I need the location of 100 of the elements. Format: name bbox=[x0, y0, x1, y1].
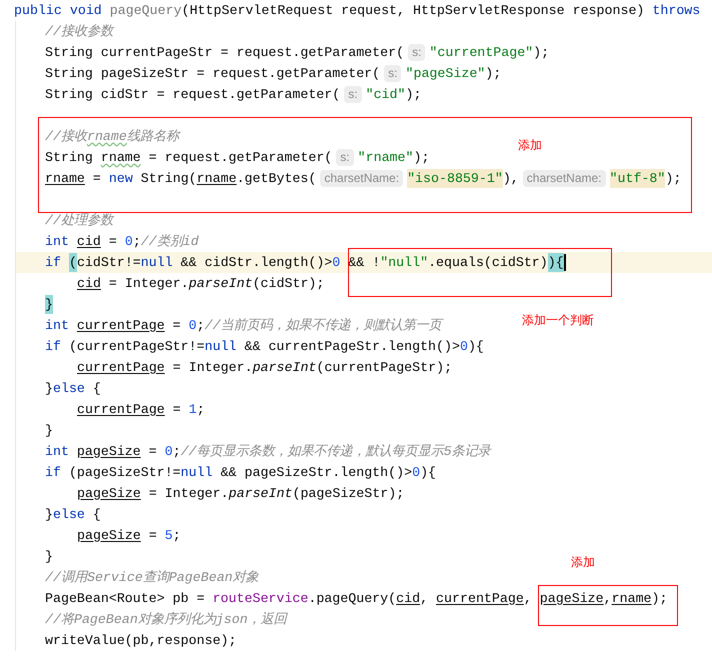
variable-name: currentPage bbox=[77, 358, 165, 377]
code-text: (HttpServletRequest request, HttpServletResponse response) bbox=[182, 2, 646, 20]
keyword: null bbox=[180, 464, 213, 482]
code-text: String bbox=[45, 148, 94, 167]
code-text: ), bbox=[502, 170, 519, 188]
code-text: , bbox=[420, 590, 430, 608]
keyword: public bbox=[14, 2, 63, 20]
code-text: writeValue(pb,response); bbox=[45, 632, 237, 650]
keyword: null bbox=[204, 338, 237, 356]
text-cursor bbox=[564, 254, 566, 271]
variable-name: rname bbox=[612, 590, 652, 608]
code-text: String cidStr = request.getParameter( bbox=[45, 86, 340, 104]
number-literal: 1 bbox=[188, 400, 197, 419]
variable-name: pageSize bbox=[76, 442, 141, 461]
code-text: cidStr!= bbox=[76, 254, 141, 272]
number-literal: 5 bbox=[164, 526, 173, 545]
code-text: ){ bbox=[420, 464, 436, 482]
parameter-hint: charsetName: bbox=[320, 170, 404, 187]
code-comment: 线路名称 bbox=[126, 128, 179, 146]
code-comment: //当前页码，如果不传递，则默认第一页 bbox=[204, 316, 442, 335]
code-text: } bbox=[45, 380, 53, 398]
keyword: else bbox=[52, 380, 85, 398]
keyword: void bbox=[70, 2, 103, 20]
keyword: throws bbox=[652, 2, 700, 20]
parameter-hint: s: bbox=[384, 65, 402, 82]
string-literal: "null" bbox=[380, 254, 428, 272]
keyword: int bbox=[45, 442, 70, 461]
code-text: , bbox=[524, 590, 533, 608]
parameter-hint: s: bbox=[408, 44, 426, 61]
variable-name: currentPage bbox=[77, 400, 165, 419]
method-name: parseInt bbox=[188, 274, 253, 293]
string-literal: "rname" bbox=[358, 148, 414, 167]
method-name: parseInt bbox=[252, 358, 316, 377]
code-comment: //调用Service查询PageBean对象 bbox=[45, 568, 259, 587]
code-text: ); bbox=[485, 64, 502, 83]
code-text: ; bbox=[196, 316, 205, 335]
variable-name: currentPage bbox=[436, 590, 524, 608]
number-literal: 0 bbox=[412, 464, 420, 482]
variable-name: rname bbox=[100, 148, 141, 167]
code-text: } bbox=[45, 548, 53, 566]
code-text: (cidStr); bbox=[252, 274, 324, 293]
code-text: ); bbox=[652, 590, 668, 608]
field-name: routeService bbox=[212, 590, 308, 608]
parameter-hint: charsetName: bbox=[522, 170, 606, 187]
code-comment: //接收 bbox=[45, 128, 87, 146]
code-text: = bbox=[92, 170, 102, 188]
matched-brace: } bbox=[45, 294, 53, 314]
code-text: .equals(cidStr) bbox=[428, 254, 548, 272]
code-comment: //类别id bbox=[140, 232, 199, 251]
string-literal: "cid" bbox=[366, 86, 406, 104]
variable-name: cid bbox=[396, 590, 420, 608]
code-comment: //将PageBean对象序列化为json，返回 bbox=[45, 610, 287, 629]
code-text: ); bbox=[533, 44, 550, 62]
code-text: (currentPageStr); bbox=[316, 358, 452, 377]
code-text: ; bbox=[172, 526, 181, 545]
keyword: null bbox=[140, 254, 173, 272]
code-text: ); bbox=[665, 170, 682, 188]
code-text: String pageSizeStr = request.getParameter( bbox=[45, 64, 380, 83]
code-text: { bbox=[92, 380, 101, 398]
parameter-hint: s: bbox=[336, 149, 354, 166]
code-text: = bbox=[108, 232, 118, 251]
string-literal: "pageSize" bbox=[405, 64, 486, 83]
keyword: int bbox=[45, 316, 70, 335]
number-literal: 0 bbox=[188, 316, 197, 335]
number-literal: 0 bbox=[164, 442, 173, 461]
code-text: = bbox=[172, 316, 182, 335]
code-text: ); bbox=[413, 148, 430, 167]
string-literal: "iso-8859-1" bbox=[407, 168, 503, 188]
keyword: int bbox=[45, 232, 70, 251]
variable-name: pageSize bbox=[540, 590, 604, 608]
code-text: = Integer. bbox=[148, 484, 229, 503]
code-text: && ! bbox=[347, 254, 380, 272]
code-text: = bbox=[172, 400, 182, 419]
variable-name: currentPage bbox=[76, 316, 165, 335]
code-comment: //处理参数 bbox=[45, 212, 113, 230]
code-text: , bbox=[604, 590, 612, 608]
code-text: ; bbox=[172, 442, 181, 461]
number-literal: 0 bbox=[124, 232, 133, 251]
code-text: ); bbox=[406, 86, 422, 104]
code-text: .pageQuery( bbox=[308, 590, 396, 608]
code-text: PageBean<Route> pb = bbox=[45, 590, 206, 608]
string-literal: "currentPage" bbox=[429, 44, 534, 62]
number-literal: 0 bbox=[332, 254, 340, 272]
variable-name: pageSize bbox=[77, 526, 141, 545]
code-text: ){ bbox=[468, 338, 484, 356]
code-text: = bbox=[148, 442, 158, 461]
keyword: new bbox=[108, 170, 133, 188]
code-text: = request.getParameter( bbox=[148, 148, 332, 167]
code-text: } bbox=[45, 506, 53, 524]
variable-name: cid bbox=[77, 274, 101, 293]
code-text: && currentPageStr.length()> bbox=[244, 338, 460, 356]
string-literal: "utf-8" bbox=[610, 168, 666, 188]
keyword: if bbox=[45, 254, 62, 272]
code-text: String currentPageStr = request.getParameter( bbox=[45, 44, 404, 62]
code-text: ; bbox=[196, 400, 205, 419]
annotation-label: 添加一个判断 bbox=[522, 312, 594, 329]
code-text: .getBytes( bbox=[236, 170, 316, 188]
code-comment: rname bbox=[86, 128, 127, 146]
code-text: = bbox=[148, 526, 158, 545]
code-text: String( bbox=[140, 170, 197, 188]
